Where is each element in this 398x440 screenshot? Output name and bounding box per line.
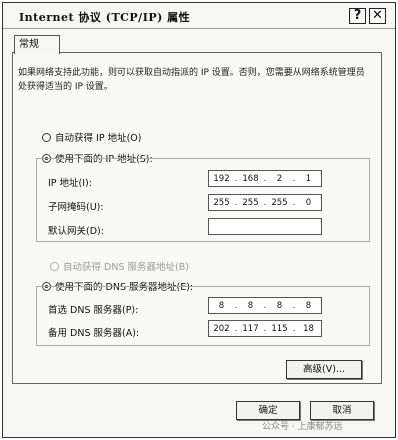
octet: 8 <box>218 300 225 311</box>
dialog-title: Internet 协议 (TCP/IP) 属性 <box>19 11 191 24</box>
octet: 2 <box>276 173 283 184</box>
auto-ip-option[interactable]: 自动获得 IP 地址(O) <box>42 130 141 144</box>
close-button[interactable]: ✕ <box>369 8 386 24</box>
auto-dns-label: 自动获得 DNS 服务器地址(B) <box>63 262 189 273</box>
description-text: 如果网络支持此功能，则可以获取自动指派的 IP 设置。否则，您需要从网络系统管理… <box>18 68 365 92</box>
alternate-dns-field[interactable]: 202. 117. 115. 18 <box>208 320 322 337</box>
preferred-dns-label: 首选 DNS 服务器(P): <box>48 305 139 316</box>
advanced-button[interactable]: 高级(V)... <box>286 360 362 379</box>
octet: 8 <box>276 300 283 311</box>
octet: 1 <box>305 173 312 184</box>
gateway-field[interactable] <box>208 218 322 235</box>
subnet-mask-label: 子网掩码(U): <box>48 202 104 213</box>
octet: 117 <box>242 323 259 334</box>
preferred-dns-field[interactable]: 8. 8. 8. 8 <box>208 297 322 314</box>
ip-address-label: IP 地址(I): <box>48 178 92 189</box>
tab-general[interactable]: 常规 <box>14 35 60 54</box>
cancel-button[interactable]: 取消 <box>310 401 374 420</box>
octet: 168 <box>242 173 259 184</box>
octet: 192 <box>213 173 230 184</box>
octet: 115 <box>271 323 288 334</box>
auto-ip-radio[interactable] <box>42 132 51 142</box>
octet: 255 <box>271 197 288 208</box>
octet: 202 <box>213 323 230 334</box>
octet: 8 <box>247 300 254 311</box>
octet: 18 <box>303 323 314 334</box>
octet: 255 <box>213 197 230 208</box>
title-bar: Internet 协议 (TCP/IP) 属性 ? ✕ <box>3 3 395 29</box>
octet: 255 <box>242 197 259 208</box>
gateway-label: 默认网关(D): <box>48 226 104 237</box>
subnet-mask-field[interactable]: 255. 255. 255. 0 <box>208 194 322 211</box>
ok-button[interactable]: 确定 <box>236 401 300 420</box>
watermark: 公众号 · 上康郁苏远 <box>262 422 343 432</box>
help-button[interactable]: ? <box>349 8 366 24</box>
auto-dns-option[interactable]: 自动获得 DNS 服务器地址(B) <box>50 259 189 273</box>
auto-dns-radio[interactable] <box>50 261 59 271</box>
ip-address-field[interactable]: 192. 168. 2. 1 <box>208 170 322 187</box>
octet: 8 <box>305 300 312 311</box>
auto-ip-label: 自动获得 IP 地址(O) <box>55 133 142 144</box>
octet: 0 <box>305 197 312 208</box>
alternate-dns-label: 备用 DNS 服务器(A): <box>48 328 140 339</box>
